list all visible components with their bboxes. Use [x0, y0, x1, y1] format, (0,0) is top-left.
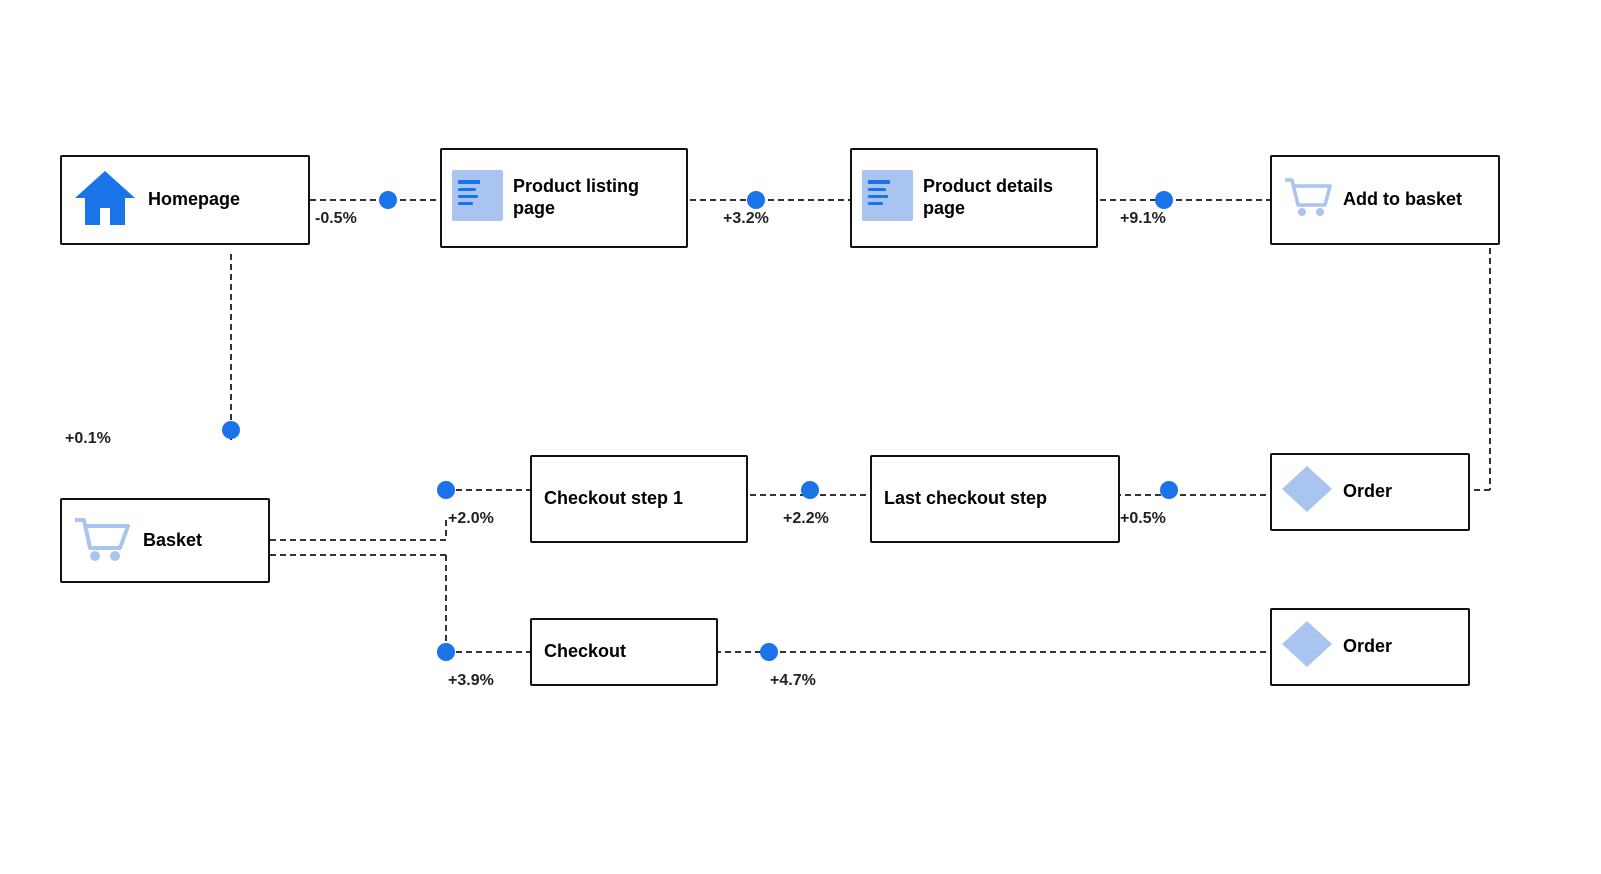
dot-3 [1155, 191, 1173, 209]
node-basket[interactable]: Basket [60, 498, 270, 583]
node-checkout[interactable]: Checkout [530, 618, 718, 686]
home-icon [70, 163, 140, 238]
node-homepage[interactable]: Homepage [60, 155, 310, 245]
order2-label: Order [1343, 636, 1392, 658]
edge-label-4: +0.1% [65, 430, 111, 448]
edge-label-3: +9.1% [1120, 210, 1166, 228]
add-basket-icon [1280, 170, 1335, 230]
dot-8 [437, 643, 455, 661]
last-checkout-label: Last checkout step [880, 484, 1051, 514]
node-order1[interactable]: Order [1270, 453, 1470, 531]
node-product-details[interactable]: Product details page [850, 148, 1098, 248]
connector-lines [0, 0, 1601, 874]
add-basket-label: Add to basket [1343, 189, 1462, 211]
dot-9 [760, 643, 778, 661]
node-checkout-step1[interactable]: Checkout step 1 [530, 455, 748, 543]
edge-label-6: +2.2% [783, 510, 829, 528]
list-page-icon [450, 168, 505, 228]
edge-label-1: -0.5% [315, 210, 357, 228]
dot-4 [222, 421, 240, 439]
node-order2[interactable]: Order [1270, 608, 1470, 686]
edge-label-9: +4.7% [770, 672, 816, 690]
product-details-label: Product details page [923, 176, 1073, 219]
dot-5 [437, 481, 455, 499]
diagram: -0.5% +3.2% +9.1% +0.1% +2.0% +2.2% +0.5… [0, 0, 1601, 874]
edge-label-5: +2.0% [448, 510, 494, 528]
edge-label-7: +0.5% [1120, 510, 1166, 528]
dot-1 [379, 191, 397, 209]
order1-label: Order [1343, 481, 1392, 503]
checkout-label: Checkout [540, 637, 630, 667]
dot-2 [747, 191, 765, 209]
node-last-checkout[interactable]: Last checkout step [870, 455, 1120, 543]
basket-label: Basket [143, 530, 202, 552]
dot-6 [801, 481, 819, 499]
order2-diamond-icon [1280, 617, 1335, 677]
order1-diamond-icon [1280, 462, 1335, 522]
homepage-label: Homepage [148, 189, 240, 211]
node-add-to-basket[interactable]: Add to basket [1270, 155, 1500, 245]
checkout-step1-label: Checkout step 1 [540, 484, 687, 514]
dot-7 [1160, 481, 1178, 499]
edge-label-8: +3.9% [448, 672, 494, 690]
basket-icon [70, 506, 135, 576]
product-details-icon [860, 168, 915, 228]
product-listing-label: Product listing page [513, 176, 663, 219]
node-product-listing[interactable]: Product listing page [440, 148, 688, 248]
edge-label-2: +3.2% [723, 210, 769, 228]
